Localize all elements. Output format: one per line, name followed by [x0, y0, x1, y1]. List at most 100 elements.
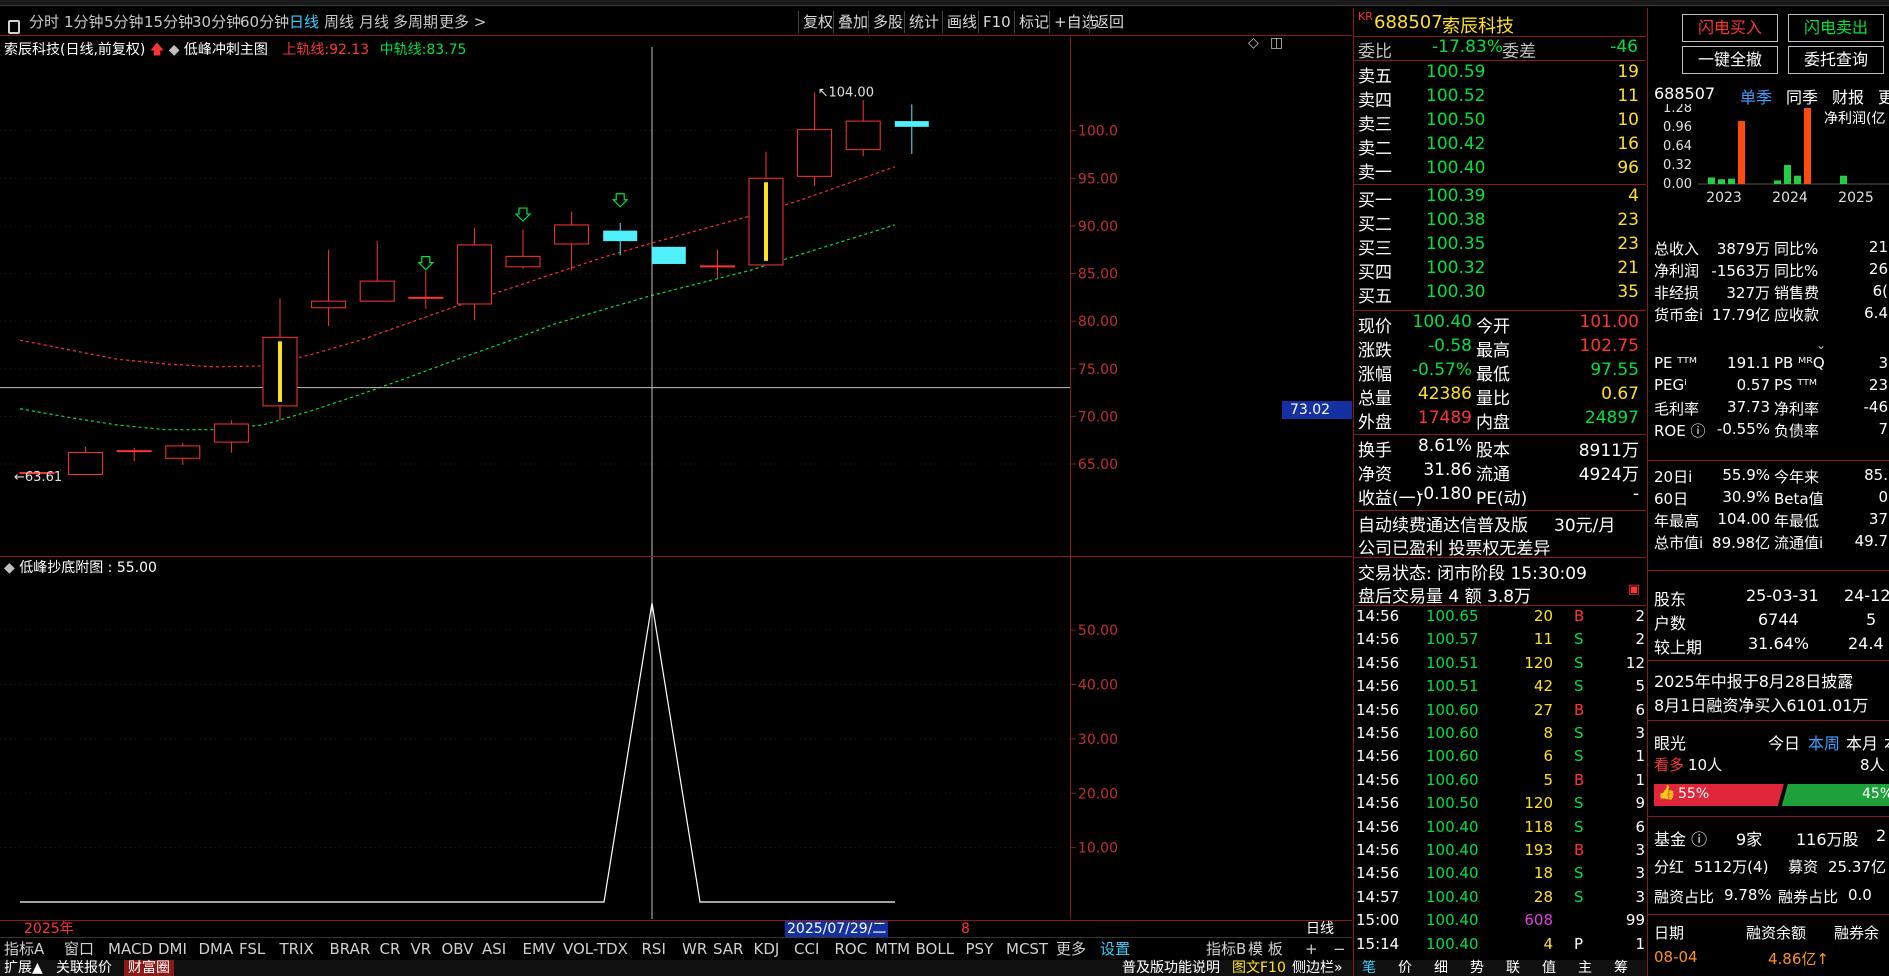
sub-title[interactable]: 低峰抄底附图 : 55.00 — [19, 560, 157, 576]
notice-price[interactable]: 30元/月 — [1554, 511, 1615, 536]
expand-button[interactable]: 扩展▲ — [4, 960, 43, 976]
indicator-tab-mcst[interactable]: MCST — [1006, 938, 1048, 960]
buys-price[interactable]: 100.38 — [1426, 210, 1485, 230]
candle[interactable] — [603, 223, 638, 256]
sells-price[interactable]: 100.40 — [1426, 158, 1485, 178]
notice-row[interactable]: 自动续费通达信普及版 30元/月 — [1354, 511, 1646, 536]
sells-price[interactable]: 100.50 — [1426, 110, 1485, 130]
buys-price[interactable]: 100.30 — [1426, 282, 1485, 302]
draw-line-button[interactable]: 画线 — [942, 11, 981, 33]
indicator-tab-boll[interactable]: BOLL — [916, 938, 955, 960]
fuquan-button[interactable]: 复权 — [798, 11, 837, 33]
period-tab-monthly[interactable]: 月线 — [359, 8, 389, 36]
indicator-tab--a[interactable]: 指标A — [4, 938, 44, 960]
indicator-tab-trix[interactable]: TRIX — [280, 938, 314, 960]
period-tab-1min[interactable]: 1分钟 — [64, 8, 104, 36]
period-tab-15min[interactable]: 15分钟 — [144, 8, 193, 36]
quote-tab-6[interactable]: 主 — [1578, 960, 1592, 976]
quote-tab-7[interactable]: 筹 — [1614, 960, 1628, 976]
indicator-tab-vol-tdx[interactable]: VOL-TDX — [563, 938, 628, 960]
quote-tab-1[interactable]: 价 — [1398, 960, 1412, 976]
indicator-tab-kdj[interactable]: KDJ — [754, 938, 780, 960]
multi-stock-button[interactable]: 多股 — [868, 11, 907, 33]
eye-tab-more[interactable]: 本 — [1884, 730, 1889, 754]
candle[interactable] — [68, 446, 104, 475]
candle[interactable] — [845, 100, 881, 157]
indicator-tab-macd[interactable]: MACD — [108, 938, 153, 960]
indicator-tab-rsi[interactable]: RSI — [642, 938, 666, 960]
expand-ticks-icon[interactable]: ▣ — [1628, 582, 1640, 597]
candle[interactable] — [554, 211, 590, 271]
quote-tab-4[interactable]: 联 — [1506, 960, 1520, 976]
indicator-tab-psy[interactable]: PSY — [966, 938, 994, 960]
candle[interactable] — [213, 420, 249, 453]
indicator-tab-cci[interactable]: CCI — [794, 938, 819, 960]
f10-button[interactable]: F10 — [978, 11, 1015, 33]
sub-svg[interactable]: 50.00 40.00 30.00 20.00 10.00 — [0, 557, 1352, 919]
period-tab-5min[interactable]: 5分钟 — [104, 8, 144, 36]
notice-text[interactable]: 自动续费通达信普及版 — [1358, 511, 1528, 536]
flash-buy-button[interactable]: 闪电买入 — [1682, 14, 1778, 42]
mark-button[interactable]: 标记 — [1014, 11, 1053, 33]
buys-price[interactable]: 100.32 — [1426, 258, 1485, 278]
sells-price[interactable]: 100.52 — [1426, 86, 1485, 106]
candle[interactable] — [456, 227, 492, 321]
indicator-tab-mtm[interactable]: MTM — [875, 938, 910, 960]
zoom-out-button[interactable]: − — [1333, 938, 1346, 960]
indicator-name[interactable]: 低峰冲刺主图 — [184, 42, 268, 58]
order-query-button[interactable]: 委托查询 — [1788, 46, 1884, 74]
period-tab-30min[interactable]: 30分钟 — [192, 8, 241, 36]
indicator-tab-wr[interactable]: WR — [682, 938, 707, 960]
feature-help-link[interactable]: 普及版功能说明 — [1122, 960, 1220, 976]
overlay-button[interactable]: 叠加 — [833, 11, 872, 33]
candle[interactable] — [651, 246, 686, 264]
report-note[interactable]: 2025年中报于8月28日披露 — [1648, 668, 1889, 691]
candle[interactable] — [408, 270, 444, 309]
flash-sell-button[interactable]: 闪电卖出 — [1788, 14, 1884, 42]
buys-price[interactable]: 100.39 — [1426, 186, 1485, 206]
candle[interactable] — [311, 249, 347, 326]
indicator-tab-brar[interactable]: BRAR — [330, 938, 371, 960]
up-arrow-icon[interactable]: 🡅 — [150, 42, 164, 58]
candle[interactable] — [505, 229, 541, 269]
indicator-tab-obv[interactable]: OBV — [442, 938, 474, 960]
candle[interactable] — [359, 241, 395, 302]
candle[interactable] — [797, 92, 833, 186]
f10-graphic-link[interactable]: 图文F10 — [1232, 960, 1286, 976]
stock-name[interactable]: 索辰科技 — [1442, 12, 1514, 38]
candle[interactable] — [165, 443, 201, 465]
eye-tab-today[interactable]: 今日 — [1768, 730, 1800, 754]
quote-tab-3[interactable]: 势 — [1470, 960, 1484, 976]
indicator-b-tab[interactable]: 指标B — [1206, 938, 1246, 960]
expand-more-icon[interactable]: ⌄ — [1816, 338, 1826, 352]
period-tab-60min[interactable]: 60分钟 — [240, 8, 289, 36]
period-tab-daily[interactable]: 日线 — [289, 8, 319, 36]
related-quote-button[interactable]: 关联报价 — [56, 960, 112, 976]
help-icon[interactable] — [8, 20, 20, 34]
back-button[interactable]: 返回 — [1089, 11, 1128, 33]
indicator-tab-cr[interactable]: CR — [380, 938, 401, 960]
template-tab[interactable]: 模 板 — [1248, 938, 1283, 960]
buys-price[interactable]: 100.35 — [1426, 234, 1485, 254]
indicator-tab--[interactable]: 更多 — [1056, 938, 1086, 960]
period-tab-weekly[interactable]: 周线 — [324, 8, 354, 36]
margin-note[interactable]: 8月1日融资净买入6101.01万 — [1648, 692, 1889, 715]
quote-tab-0[interactable]: 笔 — [1362, 960, 1376, 976]
candle[interactable] — [894, 104, 929, 154]
eye-tab-week[interactable]: 本周 — [1808, 730, 1840, 754]
wealth-circle-tab[interactable]: 财富圈 — [124, 960, 174, 976]
period-tab-fenshi[interactable]: 分时 — [29, 8, 59, 36]
sub-indicator-chart[interactable]: 50.00 40.00 30.00 20.00 10.00 ◆ 低峰抄底附图 : 55.… — [0, 557, 1352, 919]
indicator-tab-dma[interactable]: DMA — [199, 938, 234, 960]
quote-tab-2[interactable]: 细 — [1434, 960, 1448, 976]
quote-tab-5[interactable]: 值 — [1542, 960, 1556, 976]
main-kline-chart[interactable]: 100.0 95.00 90.00 85.00 80.00 75.00 70.00 65.00… — [0, 35, 1352, 556]
indicator-tab-fsl[interactable]: FSL — [239, 938, 265, 960]
period-tab-more[interactable]: 更多 > — [439, 8, 486, 36]
period-tab-multi[interactable]: 多周期 — [393, 8, 438, 36]
zoom-in-button[interactable]: + — [1305, 938, 1318, 960]
cancel-all-button[interactable]: 一键全撤 — [1682, 46, 1778, 74]
sells-price[interactable]: 100.59 — [1426, 62, 1485, 82]
sells-price[interactable]: 100.42 — [1426, 134, 1485, 154]
indicator-tab-vr[interactable]: VR — [411, 938, 432, 960]
